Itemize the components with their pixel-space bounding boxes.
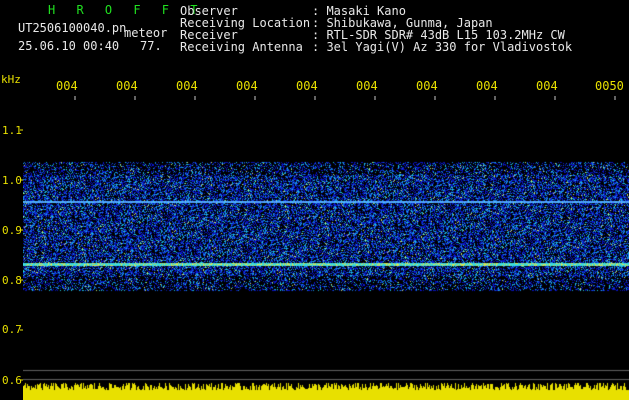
spectrogram-display <box>23 100 629 400</box>
